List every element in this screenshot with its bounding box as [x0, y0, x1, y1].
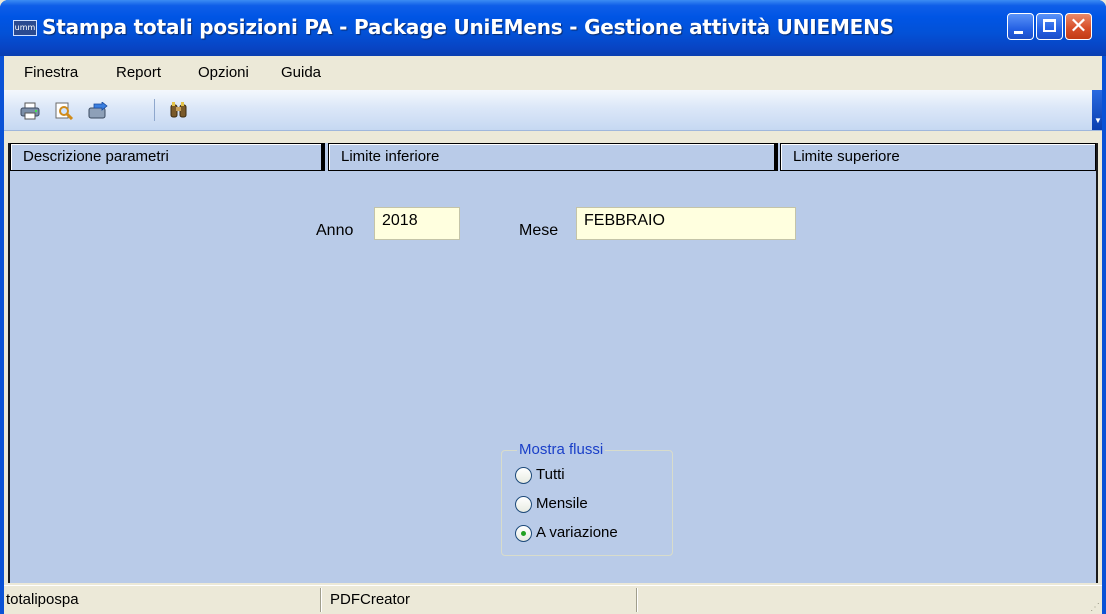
- header-splitter[interactable]: [775, 143, 778, 171]
- header-splitter[interactable]: [322, 143, 325, 171]
- status-pane-empty: [644, 589, 1084, 611]
- window-title: Stampa totali posizioni PA - Package Uni…: [42, 15, 894, 39]
- application-window: umm Stampa totali posizioni PA - Package…: [0, 0, 1106, 614]
- radio-a-variazione-label[interactable]: A variazione: [536, 524, 618, 541]
- menu-finestra[interactable]: Finestra: [24, 64, 78, 81]
- run-query-icon[interactable]: [169, 102, 189, 120]
- radio-button-selected[interactable]: [515, 525, 532, 542]
- radio-tutti-label[interactable]: Tutti: [536, 466, 565, 483]
- anno-field[interactable]: 2018: [374, 207, 460, 240]
- maximize-button[interactable]: [1036, 13, 1063, 40]
- status-separator: [636, 588, 637, 612]
- parameters-panel: Descrizione parametri Limite inferiore L…: [8, 143, 1098, 583]
- header-descrizione-parametri[interactable]: Descrizione parametri: [10, 143, 322, 171]
- radio-button[interactable]: [515, 496, 532, 513]
- client-area: Descrizione parametri Limite inferiore L…: [4, 131, 1102, 585]
- chevron-down-icon: ▼: [1094, 116, 1102, 125]
- close-icon: ✕: [1069, 14, 1088, 39]
- menu-guida[interactable]: Guida: [281, 64, 321, 81]
- toolbar-separator: [154, 99, 155, 121]
- close-button[interactable]: ✕: [1065, 13, 1092, 40]
- export-icon[interactable]: [88, 101, 108, 120]
- print-icon[interactable]: [20, 102, 40, 120]
- anno-label: Anno: [316, 222, 354, 239]
- status-separator: [320, 588, 321, 612]
- print-preview-icon[interactable]: [54, 102, 74, 121]
- toolbar: ▼: [4, 90, 1102, 131]
- status-pane-report: totalipospa: [6, 591, 79, 608]
- mostra-flussi-title: Mostra flussi: [517, 441, 606, 458]
- radio-selected-dot-icon: [521, 531, 526, 536]
- radio-mensile-label[interactable]: Mensile: [536, 495, 588, 512]
- status-pane-printer: PDFCreator: [330, 591, 411, 608]
- mese-field[interactable]: FEBBRAIO: [576, 207, 796, 240]
- header-limite-inferiore[interactable]: Limite inferiore: [328, 143, 775, 171]
- mese-label: Mese: [519, 222, 559, 239]
- minimize-button[interactable]: [1007, 13, 1034, 40]
- toolbar-overflow-button[interactable]: ▼: [1092, 90, 1102, 130]
- resize-grip-icon[interactable]: ⋰: [1090, 602, 1100, 613]
- title-bar[interactable]: umm Stampa totali posizioni PA - Package…: [0, 0, 1106, 56]
- mostra-flussi-group: Mostra flussi Tutti Mensile A variazione: [501, 441, 673, 556]
- menu-opzioni[interactable]: Opzioni: [198, 64, 249, 81]
- menu-bar: Finestra Report Opzioni Guida: [4, 56, 1102, 90]
- maximize-icon: [1043, 19, 1056, 32]
- minimize-icon: [1014, 31, 1023, 34]
- status-bar: totalipospa PDFCreator ⋰: [4, 585, 1102, 614]
- app-icon[interactable]: umm: [13, 20, 37, 36]
- menu-report[interactable]: Report: [116, 64, 161, 81]
- header-limite-superiore[interactable]: Limite superiore: [780, 143, 1096, 171]
- radio-button[interactable]: [515, 467, 532, 484]
